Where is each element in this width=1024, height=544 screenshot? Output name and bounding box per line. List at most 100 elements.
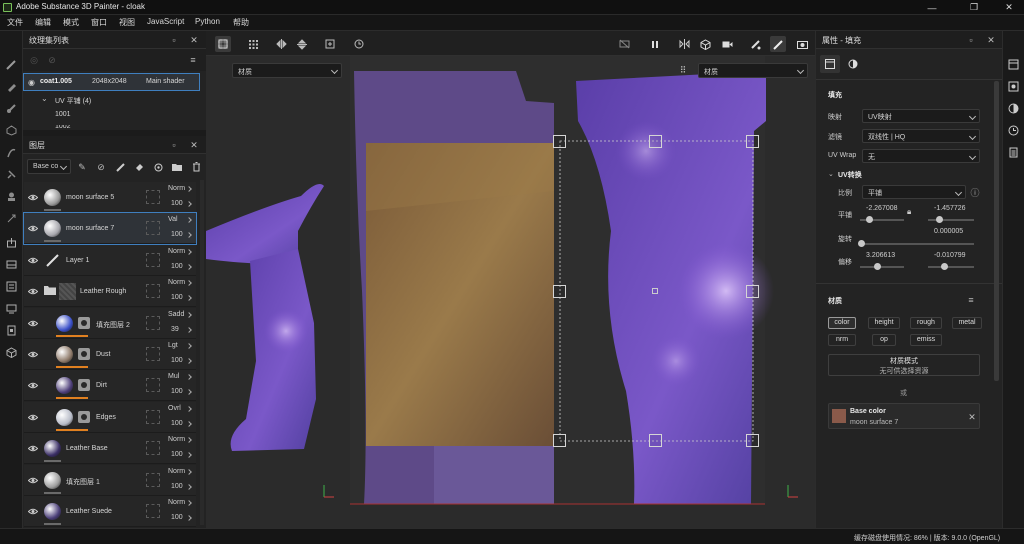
blend-chevron-icon[interactable] — [186, 374, 192, 380]
eye-icon[interactable] — [24, 182, 41, 213]
offset-v-knob[interactable] — [941, 263, 948, 270]
tile-u-knob[interactable] — [866, 216, 873, 223]
pause-icon[interactable] — [647, 36, 663, 52]
opacity-chevron-icon[interactable] — [186, 232, 192, 238]
minimize-button[interactable]: — — [919, 0, 945, 15]
channel-op-toggle[interactable]: op — [872, 334, 896, 346]
mask-thumbnail[interactable] — [78, 317, 90, 329]
blend-mode[interactable]: Mul — [168, 373, 179, 380]
eye-icon[interactable] — [24, 465, 41, 496]
mirror-vertical-icon[interactable] — [294, 36, 310, 52]
blend-mode[interactable]: Norm — [168, 279, 185, 286]
viewport-right-material-dropdown[interactable]: 材质 — [698, 63, 808, 78]
menu-view[interactable]: 视图 — [119, 17, 135, 28]
screenshot-icon[interactable] — [794, 36, 810, 52]
hide-uv-icon[interactable] — [616, 36, 632, 52]
display-settings-icon[interactable] — [4, 301, 19, 316]
layer-row[interactable]: Leather Base Norm 100 — [24, 433, 196, 464]
viewport[interactable]: 材质 ⠿ 材质 — [206, 31, 815, 528]
opacity-chevron-icon[interactable] — [186, 515, 192, 521]
layer-name[interactable]: Dirt — [96, 382, 107, 389]
layer-mask-slot[interactable] — [146, 190, 160, 204]
opacity-value[interactable]: 100 — [171, 388, 183, 395]
frame-select-icon[interactable] — [215, 36, 231, 52]
lock-icon[interactable]: 🔒︎ — [907, 207, 911, 217]
bake-icon[interactable] — [4, 257, 19, 272]
material-menu-icon[interactable]: ≡ — [966, 295, 976, 305]
menu-file[interactable]: 文件 — [7, 17, 23, 28]
opacity-chevron-icon[interactable] — [186, 452, 192, 458]
opacity-value[interactable]: 100 — [171, 420, 183, 427]
projection-icon[interactable] — [4, 101, 19, 116]
tile-v-knob[interactable] — [936, 216, 943, 223]
rotation-value[interactable]: 0.000005 — [934, 228, 963, 235]
menu-edit[interactable]: 编辑 — [35, 17, 51, 28]
opacity-value[interactable]: 100 — [171, 451, 183, 458]
layer-name[interactable]: Edges — [96, 414, 116, 421]
texture-set-shader[interactable]: Main shader — [146, 78, 185, 85]
channel-color-toggle[interactable]: color — [828, 317, 856, 329]
eye-icon[interactable] — [24, 245, 41, 276]
clone-icon[interactable] — [4, 167, 19, 182]
expand-chevron-icon[interactable]: ⌄ — [41, 94, 48, 103]
blend-chevron-icon[interactable] — [186, 500, 192, 506]
paint-brush-icon[interactable] — [4, 57, 19, 72]
menu-javascript[interactable]: JavaScript — [147, 17, 184, 26]
blend-mode[interactable]: Norm — [168, 499, 185, 506]
viewport-info-icon[interactable]: ⠿ — [678, 65, 688, 75]
channel-height-toggle[interactable]: height — [868, 317, 900, 329]
blend-mode[interactable]: Norm — [168, 468, 185, 475]
export-icon[interactable] — [4, 235, 19, 250]
uv-tile-1001[interactable]: 1001 — [55, 111, 71, 118]
layer-name[interactable]: Leather Suede — [66, 508, 112, 515]
blend-chevron-icon[interactable] — [186, 406, 192, 412]
opacity-chevron-icon[interactable] — [186, 264, 192, 270]
close-panel-icon[interactable]: ✕ — [986, 35, 996, 45]
folder-icon[interactable] — [44, 285, 56, 295]
blend-chevron-icon[interactable] — [186, 186, 192, 192]
layer-mask-slot[interactable] — [146, 316, 160, 330]
layer-row[interactable]: Leather Suede Norm 100 — [24, 496, 196, 527]
blend-mode[interactable]: Sadd — [168, 311, 184, 318]
gizmo-handle-ml[interactable] — [553, 285, 566, 298]
offset-u-slider[interactable] — [860, 266, 904, 268]
opacity-value[interactable]: 100 — [171, 514, 183, 521]
channel-dropdown[interactable]: Base co — [27, 159, 71, 174]
layer-mask-slot[interactable] — [146, 441, 160, 455]
shelf-icon[interactable] — [4, 279, 19, 294]
layer-mask-slot[interactable] — [146, 410, 160, 424]
collapse-chevron-icon[interactable]: ⌄ — [828, 170, 834, 178]
gizmo-handle-br[interactable] — [746, 434, 759, 447]
blend-mode[interactable]: Norm — [168, 436, 185, 443]
viewport-left-material-dropdown[interactable]: 材质 — [232, 63, 342, 78]
uv-grid-icon[interactable] — [245, 36, 261, 52]
float-panel-icon[interactable]: ▫ — [966, 35, 976, 45]
visibility-toggle-icon[interactable]: ◎ — [29, 55, 39, 65]
gizmo-center[interactable] — [652, 288, 658, 294]
document-icon[interactable] — [4, 323, 19, 338]
float-panel-icon[interactable]: ▫ — [169, 35, 179, 45]
uvwrap-dropdown[interactable]: 无 — [862, 149, 980, 163]
add-effect-icon[interactable]: ✎ — [77, 162, 87, 172]
layer-name[interactable]: Dust — [96, 351, 110, 358]
close-panel-icon[interactable]: ✕ — [189, 140, 199, 150]
info-icon[interactable]: ⓘ — [970, 187, 980, 198]
opacity-chevron-icon[interactable] — [186, 421, 192, 427]
layer-row[interactable]: Dust Lgt 100 — [24, 339, 196, 370]
opacity-chevron-icon[interactable] — [186, 389, 192, 395]
blend-chevron-icon[interactable] — [186, 343, 192, 349]
layer-mask-slot[interactable] — [146, 378, 160, 392]
maximize-button[interactable]: ❐ — [961, 0, 987, 15]
layer-row[interactable]: Dirt Mul 100 — [24, 370, 196, 401]
close-panel-icon[interactable]: ✕ — [189, 35, 199, 45]
add-smart-material-icon[interactable] — [153, 162, 163, 172]
layer-mask-slot[interactable] — [146, 504, 160, 518]
mask-thumbnail[interactable] — [78, 379, 90, 391]
color-picker-icon[interactable] — [4, 189, 19, 204]
filter-dropdown[interactable]: 双线性 | HQ — [862, 129, 980, 143]
layer-name[interactable]: moon surface 7 — [66, 225, 114, 232]
log-icon[interactable] — [1006, 145, 1021, 160]
scale-dropdown[interactable]: 平铺 — [862, 185, 966, 199]
offset-u-value[interactable]: 3.206613 — [866, 252, 895, 259]
eye-icon[interactable] — [24, 276, 41, 307]
